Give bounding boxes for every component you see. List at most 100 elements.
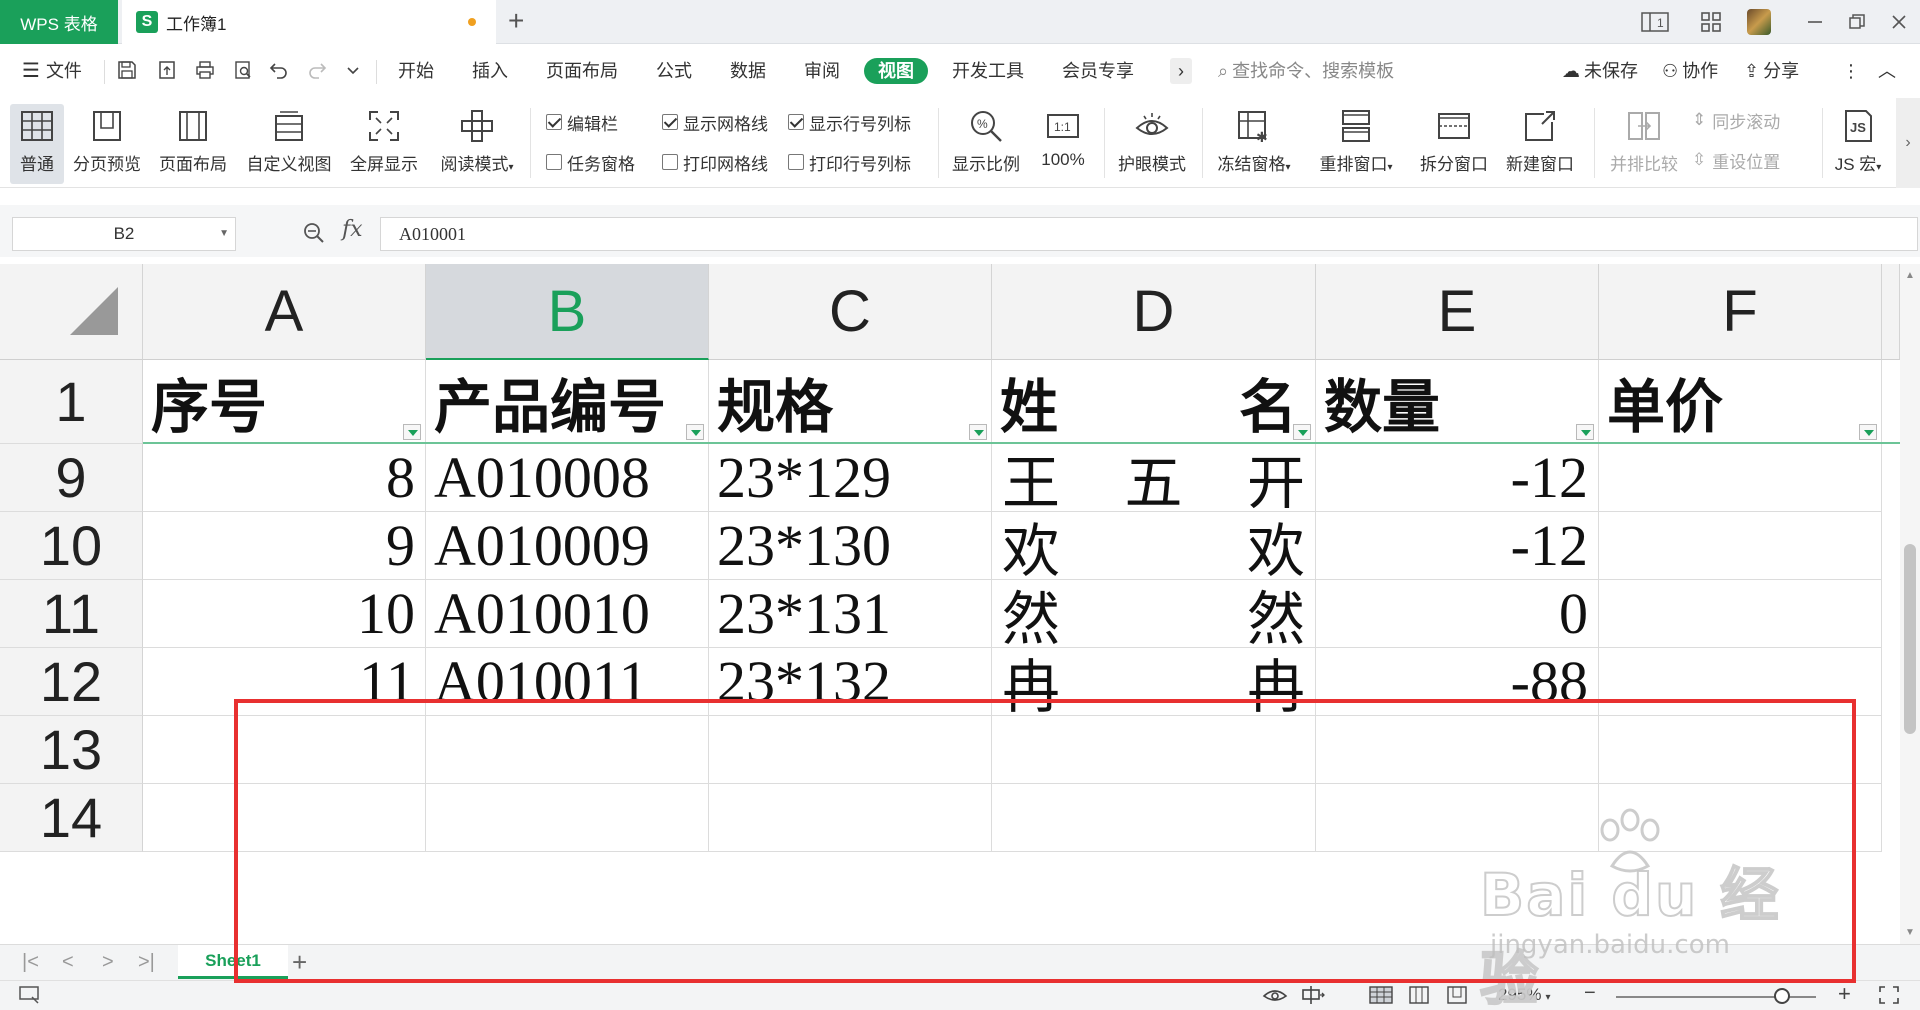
cell-spec[interactable]: 23*132 bbox=[709, 648, 992, 716]
cell-seq[interactable]: 8 bbox=[143, 444, 426, 512]
header-cell-name[interactable]: 姓 名 bbox=[992, 360, 1316, 444]
tab-review[interactable]: 审阅 bbox=[804, 58, 840, 84]
row-header-11[interactable]: 11 bbox=[0, 580, 143, 648]
cell-quantity[interactable] bbox=[1316, 784, 1599, 852]
cell-seq[interactable] bbox=[143, 716, 426, 784]
scroll-down-icon[interactable]: ▼ bbox=[1905, 927, 1915, 938]
column-header-f[interactable]: F bbox=[1599, 264, 1882, 360]
filter-dropdown-icon[interactable] bbox=[686, 424, 704, 440]
header-cell-seq[interactable]: 序号 bbox=[143, 360, 426, 444]
zoom-out-button[interactable]: − bbox=[1584, 982, 1596, 1005]
vertical-scroll-thumb[interactable] bbox=[1904, 544, 1916, 734]
cell-product-code[interactable]: A010010 bbox=[426, 580, 709, 648]
cell-quantity[interactable]: -88 bbox=[1316, 648, 1599, 716]
side-by-side-button[interactable]: 并排比较 bbox=[1604, 104, 1684, 184]
rearrange-windows-button[interactable]: 重排窗口▾ bbox=[1314, 104, 1398, 184]
sync-scroll-button[interactable]: ⇕ 同步滚动 bbox=[1692, 108, 1780, 132]
cell-unit-price[interactable] bbox=[1599, 444, 1882, 512]
freeze-panes-button[interactable]: ✱ 冻结窗格▾ bbox=[1212, 104, 1296, 184]
column-header-c[interactable]: C bbox=[709, 264, 992, 360]
redo-icon[interactable] bbox=[306, 60, 328, 82]
command-search[interactable]: ⌕ 查找命令、搜索模板 bbox=[1218, 58, 1394, 84]
normal-view-button[interactable]: 普通 bbox=[10, 104, 64, 184]
cell-spec[interactable] bbox=[709, 784, 992, 852]
cell-spec[interactable]: 23*130 bbox=[709, 512, 992, 580]
filter-dropdown-icon[interactable] bbox=[1293, 424, 1311, 440]
new-window-button[interactable]: 新建窗口 bbox=[1502, 104, 1578, 184]
edit-bar-checkbox[interactable]: 编辑栏 bbox=[546, 110, 618, 134]
macro-record-icon[interactable] bbox=[18, 985, 42, 1010]
tab-home[interactable]: 开始 bbox=[398, 58, 434, 84]
cell-seq[interactable]: 9 bbox=[143, 512, 426, 580]
page-layout-status-icon[interactable] bbox=[1406, 985, 1432, 1010]
page-break-preview-button[interactable]: 分页预览 bbox=[70, 104, 144, 184]
print-headings-checkbox[interactable]: 打印行号列标 bbox=[788, 150, 911, 174]
cell-unit-price[interactable] bbox=[1599, 648, 1882, 716]
next-sheet-icon[interactable]: > bbox=[102, 951, 114, 974]
tab-formulas[interactable]: 公式 bbox=[656, 58, 692, 84]
show-gridlines-checkbox[interactable]: 显示网格线 bbox=[662, 110, 768, 134]
vertical-scrollbar[interactable]: ▲ ▼ bbox=[1900, 264, 1920, 944]
cell-product-code[interactable]: A010011 bbox=[426, 648, 709, 716]
print-icon[interactable] bbox=[194, 60, 216, 82]
customize-quick-access-icon[interactable] bbox=[342, 60, 364, 82]
filter-dropdown-icon[interactable] bbox=[1859, 424, 1877, 440]
cell-seq[interactable]: 10 bbox=[143, 580, 426, 648]
reading-mode-button[interactable]: 阅读模式▾ bbox=[432, 104, 522, 184]
print-preview-icon[interactable] bbox=[232, 60, 254, 82]
tab-page-layout[interactable]: 页面布局 bbox=[546, 58, 618, 84]
cell-unit-price[interactable] bbox=[1599, 580, 1882, 648]
undo-icon[interactable] bbox=[268, 60, 290, 82]
formula-zoom-icon[interactable] bbox=[302, 221, 326, 251]
print-gridlines-checkbox[interactable]: 打印网格线 bbox=[662, 150, 768, 174]
fit-window-icon[interactable] bbox=[1878, 985, 1900, 1010]
tab-data[interactable]: 数据 bbox=[730, 58, 766, 84]
file-menu[interactable]: ☰ 文件 bbox=[22, 58, 82, 84]
tab-insert[interactable]: 插入 bbox=[472, 58, 508, 84]
cell-spec[interactable]: 23*129 bbox=[709, 444, 992, 512]
split-window-button[interactable]: 拆分窗口 bbox=[1416, 104, 1492, 184]
js-macro-button[interactable]: JS JS 宏▾ bbox=[1826, 104, 1890, 184]
add-sheet-button[interactable]: + bbox=[292, 947, 307, 978]
layout-switch-icon[interactable]: 1 bbox=[1640, 8, 1670, 36]
row-header-1[interactable]: 1 bbox=[0, 360, 143, 444]
filter-dropdown-icon[interactable] bbox=[969, 424, 987, 440]
reset-position-button[interactable]: ⇳ 重设位置 bbox=[1692, 148, 1780, 172]
collapse-ribbon-icon[interactable]: ︿ bbox=[1878, 58, 1896, 84]
normal-view-status-icon[interactable] bbox=[1368, 985, 1394, 1010]
task-pane-checkbox[interactable]: 任务窗格 bbox=[546, 150, 635, 174]
more-options-icon[interactable]: ⋮ bbox=[1842, 58, 1860, 84]
cell-product-code[interactable] bbox=[426, 784, 709, 852]
zoom-ratio-button[interactable]: % 显示比例 bbox=[946, 104, 1026, 184]
column-header-e[interactable]: E bbox=[1316, 264, 1599, 360]
grid-apps-icon[interactable] bbox=[1696, 8, 1726, 36]
column-header-b[interactable]: B bbox=[426, 264, 709, 360]
zoom-in-button[interactable]: + bbox=[1838, 981, 1851, 1007]
ribbon-scroll-right-icon[interactable]: › bbox=[1896, 98, 1920, 188]
insert-function-icon[interactable]: fx bbox=[342, 217, 363, 242]
filter-dropdown-icon[interactable] bbox=[1576, 424, 1594, 440]
collaborate-button[interactable]: ⚇ 协作 bbox=[1662, 58, 1718, 84]
row-header-12[interactable]: 12 bbox=[0, 648, 143, 716]
minimize-icon[interactable] bbox=[1800, 8, 1830, 36]
cell-quantity[interactable]: -12 bbox=[1316, 512, 1599, 580]
save-icon[interactable] bbox=[116, 60, 138, 82]
cell-name[interactable]: 冉冉 bbox=[992, 648, 1316, 716]
cell-name[interactable]: 王五开 bbox=[992, 444, 1316, 512]
document-tab[interactable]: S 工作簿1 bbox=[122, 0, 496, 44]
new-tab-button[interactable]: + bbox=[508, 6, 524, 36]
zoom-slider-handle[interactable] bbox=[1774, 988, 1790, 1004]
name-box[interactable]: B2 ▼ bbox=[12, 217, 236, 251]
row-header-10[interactable]: 10 bbox=[0, 512, 143, 580]
fullscreen-button[interactable]: 全屏显示 bbox=[346, 104, 422, 184]
restore-icon[interactable] bbox=[1842, 8, 1872, 36]
cell-spec[interactable] bbox=[709, 716, 992, 784]
cell-name[interactable] bbox=[992, 784, 1316, 852]
more-tabs-button[interactable]: › bbox=[1170, 58, 1192, 84]
share-button[interactable]: ⇪ 分享 bbox=[1744, 58, 1799, 84]
header-cell-qty[interactable]: 数量 bbox=[1316, 360, 1599, 444]
cell-unit-price[interactable] bbox=[1599, 512, 1882, 580]
zoom-100-button[interactable]: 1:1 100% bbox=[1034, 104, 1092, 184]
row-header-13[interactable]: 13 bbox=[0, 716, 143, 784]
row-header-14[interactable]: 14 bbox=[0, 784, 143, 852]
